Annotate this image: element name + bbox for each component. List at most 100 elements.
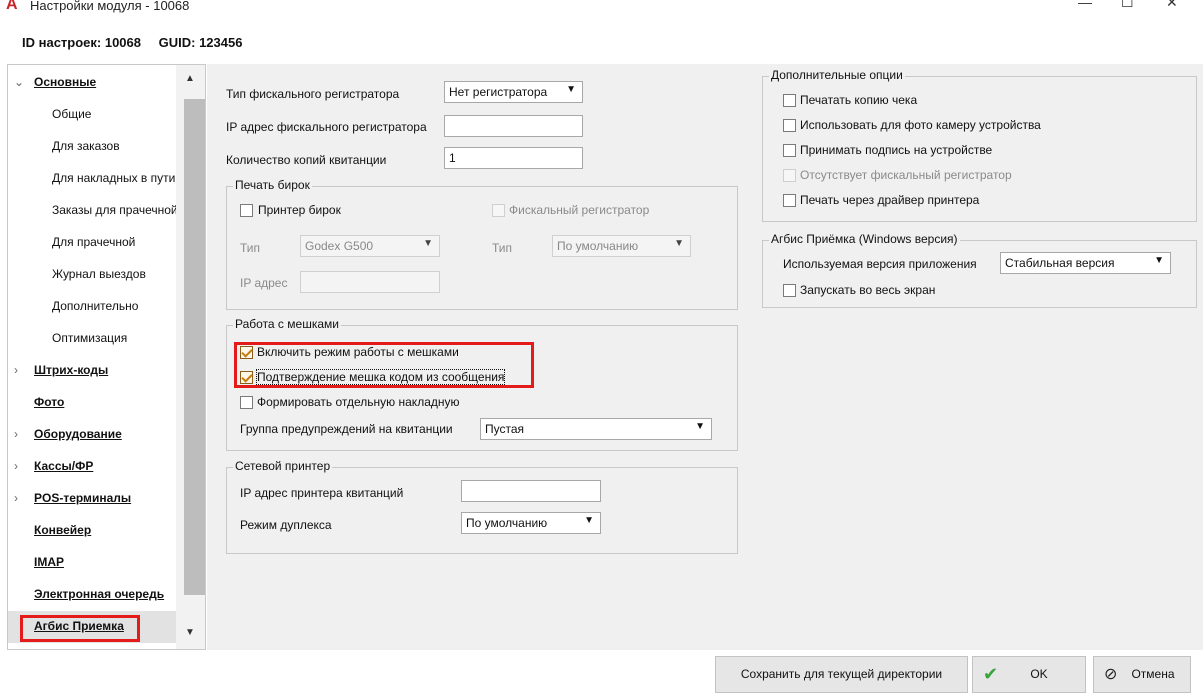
checkmark-icon: ✔ (983, 664, 999, 684)
title-bar: A Настройки модуля - 10068 — ☐ ✕ (0, 0, 1203, 20)
sidebar-item-label: Дополнительно (52, 299, 139, 313)
sidebar-item-label: Для прачечной (52, 235, 136, 249)
sidebar-item-label: Электронная очередь (34, 587, 165, 601)
sidebar-item-equipment[interactable]: › Оборудование (8, 419, 176, 449)
netprinter-ip-input[interactable] (461, 480, 601, 502)
tag-printer-type-select[interactable]: Godex G500 ▼ (300, 235, 440, 257)
sidebar-item-barcodes[interactable]: › Штрих-коды (8, 355, 176, 385)
print-via-driver-label: Печать через драйвер принтера (800, 193, 980, 207)
tag-printer-checkbox[interactable] (240, 204, 253, 217)
chevron-right-icon[interactable]: › (14, 355, 26, 385)
warn-group-select[interactable]: Пустая ▼ (480, 418, 712, 440)
sidebar-item-label: Общие (52, 107, 92, 121)
chevron-right-icon[interactable]: › (14, 451, 26, 481)
scroll-down-icon[interactable]: ▼ (185, 627, 195, 638)
app-version-value: Стабильная версия (1005, 256, 1115, 270)
extra-options-group: Дополнительные опции Печатать копию чека… (762, 68, 1197, 222)
cancel-button[interactable]: ⊘ Отмена (1093, 656, 1191, 693)
settings-guid: GUID: 123456 (158, 35, 243, 50)
sidebar-item-label: Штрих-коды (34, 363, 109, 377)
separate-invoice-checkbox[interactable] (240, 396, 253, 409)
sidebar-item-label: Конвейер (34, 523, 92, 537)
sidebar-scrollbar[interactable]: ▲ ▼ (176, 65, 205, 649)
sidebar-item-e-queue[interactable]: Электронная очередь (8, 579, 176, 609)
fiscal-ip-label: IP адрес фискального регистратора (226, 120, 427, 134)
chevron-down-icon: ▼ (423, 238, 433, 249)
tag-ip-label: IP адрес (240, 276, 288, 290)
sidebar-item-label: Кассы/ФР (34, 459, 94, 473)
tag-printing-group: Печать бирок Принтер бирок Фискальный ре… (226, 178, 738, 310)
sidebar-item-label: Заказы для прачечной (52, 203, 176, 217)
tag-printer-label: Принтер бирок (258, 203, 341, 217)
fullscreen-label: Запускать во весь экран (800, 283, 936, 297)
agbis-windows-group: Агбис Приёмка (Windows версия) Используе… (762, 232, 1197, 308)
scrollbar-thumb[interactable] (184, 99, 205, 595)
chevron-down-icon[interactable]: ⌄ (14, 67, 26, 97)
window-title: Настройки модуля - 10068 (30, 0, 190, 13)
chevron-right-icon[interactable]: › (14, 419, 26, 449)
ok-button[interactable]: ✔ OK (972, 656, 1086, 693)
group-title: Сетевой принтер (233, 459, 333, 473)
use-camera-checkbox[interactable] (783, 119, 796, 132)
group-title: Дополнительные опции (769, 68, 905, 82)
netprinter-ip-label: IP адрес принтера квитанций (240, 486, 404, 500)
type1-value: Godex G500 (305, 239, 374, 253)
chevron-right-icon[interactable]: › (14, 483, 26, 513)
sidebar-item-pos-terminals[interactable]: › POS-терминалы (8, 483, 176, 513)
save-for-directory-label: Сохранить для текущей директории (740, 667, 943, 681)
fullscreen-checkbox[interactable] (783, 284, 796, 297)
save-for-directory-button[interactable]: Сохранить для текущей директории (715, 656, 968, 693)
settings-id: ID настроек: 10068 (22, 35, 141, 50)
group-title: Работа с мешками (233, 317, 341, 331)
sidebar-item-for-orders[interactable]: Для заказов (8, 131, 176, 161)
fiscal-type-select[interactable]: Нет регистратора ▼ (444, 81, 583, 103)
cancel-label: Отмена (1131, 667, 1175, 681)
sidebar-item-label: Фото (34, 395, 65, 409)
duplex-label: Режим дуплекса (240, 518, 332, 532)
sidebar-item-general[interactable]: Общие (8, 99, 176, 129)
maximize-button[interactable]: ☐ (1121, 0, 1134, 11)
print-via-driver-checkbox[interactable] (783, 194, 796, 207)
fiscal-type2-select[interactable]: По умолчанию ▼ (552, 235, 691, 257)
sidebar-item-imap[interactable]: IMAP (8, 547, 176, 577)
sidebar-item-main[interactable]: ⌄ Основные (8, 67, 176, 97)
scroll-up-icon[interactable]: ▲ (185, 73, 195, 84)
sidebar-item-label: Для заказов (52, 139, 120, 153)
ok-label: OK (1030, 667, 1048, 681)
chevron-down-icon: ▼ (1154, 255, 1164, 266)
sidebar-item-optimization[interactable]: Оптимизация (8, 323, 176, 353)
copies-input[interactable]: 1 (444, 147, 583, 169)
tag-ip-input[interactable] (300, 271, 440, 293)
sidebar-item-cash-registers[interactable]: › Кассы/ФР (8, 451, 176, 481)
accept-signature-label: Принимать подпись на устройстве (800, 143, 993, 157)
sidebar-item-label: Оптимизация (52, 331, 128, 345)
accept-signature-checkbox[interactable] (783, 144, 796, 157)
fiscal-ip-input[interactable] (444, 115, 583, 137)
type2-label: Тип (492, 241, 513, 255)
minimize-button[interactable]: — (1078, 0, 1092, 10)
sidebar-item-label: Для накладных в пути (52, 171, 176, 185)
chevron-down-icon: ▼ (566, 84, 576, 95)
sidebar-item-photo[interactable]: Фото (8, 387, 176, 417)
sidebar-item-label: POS-терминалы (34, 491, 132, 505)
settings-content: Тип фискального регистратора Нет регистр… (207, 64, 1203, 650)
sidebar-item-additional[interactable]: Дополнительно (8, 291, 176, 321)
fiscal-reg-checkbox[interactable] (492, 204, 505, 217)
sidebar-item-transit-invoices[interactable]: Для накладных в пути (8, 163, 176, 193)
sidebar-item-laundry-orders[interactable]: Заказы для прачечной (8, 195, 176, 225)
sidebar-item-laundry[interactable]: Для прачечной (8, 227, 176, 257)
print-receipt-copy-checkbox[interactable] (783, 94, 796, 107)
duplex-select[interactable]: По умолчанию ▼ (461, 512, 601, 534)
settings-header: ID настроек: 10068 GUID: 123456 (22, 35, 256, 50)
sidebar-item-conveyor[interactable]: Конвейер (8, 515, 176, 545)
warn-group-value: Пустая (485, 422, 525, 436)
bags-highlight-box (234, 342, 534, 388)
separate-invoice-label: Формировать отдельную накладную (257, 395, 460, 409)
sidebar: ⌄ Основные Общие Для заказов Для накладн… (7, 64, 206, 650)
sidebar-item-trip-log[interactable]: Журнал выездов (8, 259, 176, 289)
close-button[interactable]: ✕ (1166, 0, 1178, 11)
no-fiscal-checkbox[interactable] (783, 169, 796, 182)
chevron-down-icon: ▼ (674, 238, 684, 249)
app-version-select[interactable]: Стабильная версия ▼ (1000, 252, 1171, 274)
warn-group-label: Группа предупреждений на квитанции (240, 422, 453, 436)
